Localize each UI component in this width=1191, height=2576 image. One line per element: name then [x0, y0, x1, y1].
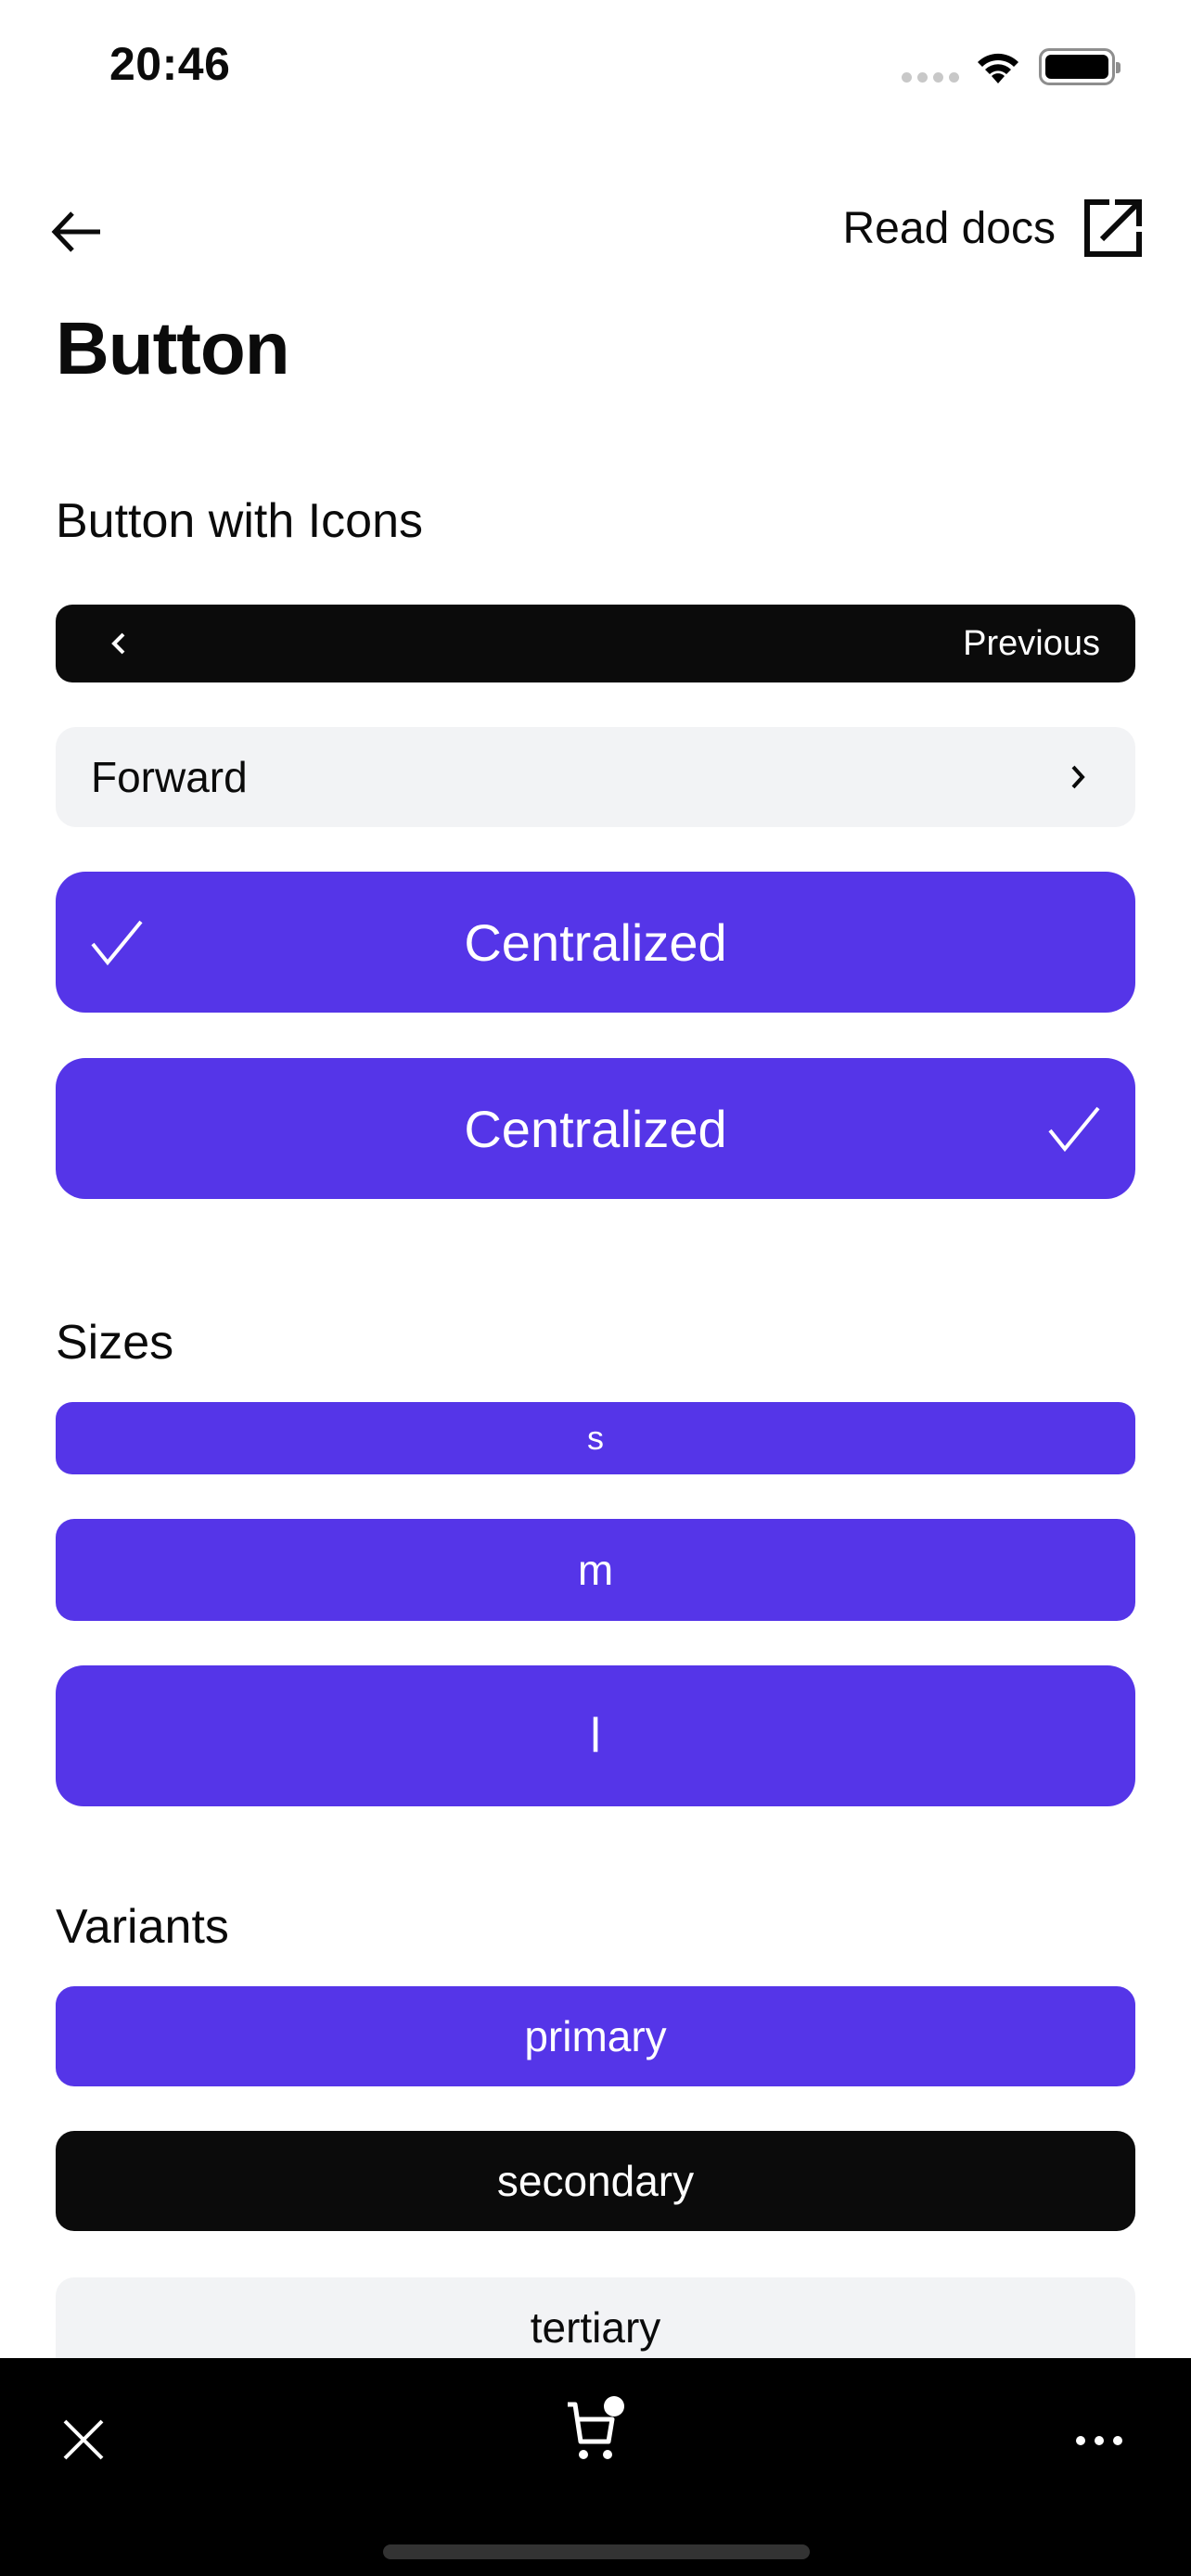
size-l-label: l: [590, 1709, 601, 1763]
arrow-left-icon: [51, 211, 100, 252]
cart-icon: [568, 2396, 624, 2459]
centralized-button-icon-left[interactable]: Centralized: [56, 872, 1135, 1013]
wifi-icon: [978, 53, 1018, 83]
variant-tertiary-label: tertiary: [530, 2303, 661, 2352]
section-title-icons: Button with Icons: [56, 494, 423, 548]
read-docs-link[interactable]: Read docs: [843, 198, 1143, 258]
size-s-button[interactable]: s: [56, 1402, 1135, 1474]
section-title-sizes: Sizes: [56, 1316, 174, 1370]
status-bar: 20:46: [0, 0, 1191, 139]
check-icon: [1048, 1106, 1100, 1153]
cellular-signal-icon: [902, 72, 959, 83]
centralized-button-label: Centralized: [464, 912, 727, 972]
battery-icon: [1039, 48, 1121, 85]
external-link-icon: [1084, 199, 1142, 257]
section-title-variants: Variants: [56, 1900, 229, 1954]
read-docs-label: Read docs: [842, 203, 1056, 253]
centralized-button-label: Centralized: [464, 1099, 727, 1158]
size-m-button[interactable]: m: [56, 1519, 1135, 1621]
cart-button[interactable]: [562, 2395, 636, 2469]
nav-header: Read docs: [0, 185, 1191, 278]
more-horizontal-icon: [1076, 2436, 1085, 2445]
size-m-label: m: [577, 1546, 614, 1594]
home-indicator[interactable]: [383, 2544, 810, 2559]
previous-button[interactable]: Previous: [56, 605, 1135, 682]
bottom-toolbar: [0, 2358, 1191, 2576]
back-button[interactable]: [50, 204, 106, 260]
variant-primary-button[interactable]: primary: [56, 1986, 1135, 2086]
forward-button[interactable]: Forward: [56, 727, 1135, 827]
variant-secondary-button[interactable]: secondary: [56, 2131, 1135, 2231]
chevron-left-icon: [111, 632, 125, 655]
centralized-button-icon-right[interactable]: Centralized: [56, 1058, 1135, 1199]
size-l-button[interactable]: l: [56, 1665, 1135, 1806]
variant-secondary-label: secondary: [496, 2157, 695, 2205]
forward-button-label: Forward: [91, 753, 248, 801]
previous-button-label: Previous: [963, 623, 1100, 663]
more-button[interactable]: [1076, 2417, 1141, 2464]
chevron-right-icon: [1071, 765, 1085, 789]
close-icon: [63, 2419, 104, 2460]
size-s-label: s: [587, 1419, 604, 1457]
page-title: Button: [56, 307, 290, 389]
close-button[interactable]: [56, 2412, 111, 2468]
variant-primary-label: primary: [524, 2012, 667, 2060]
status-time: 20:46: [109, 38, 231, 90]
